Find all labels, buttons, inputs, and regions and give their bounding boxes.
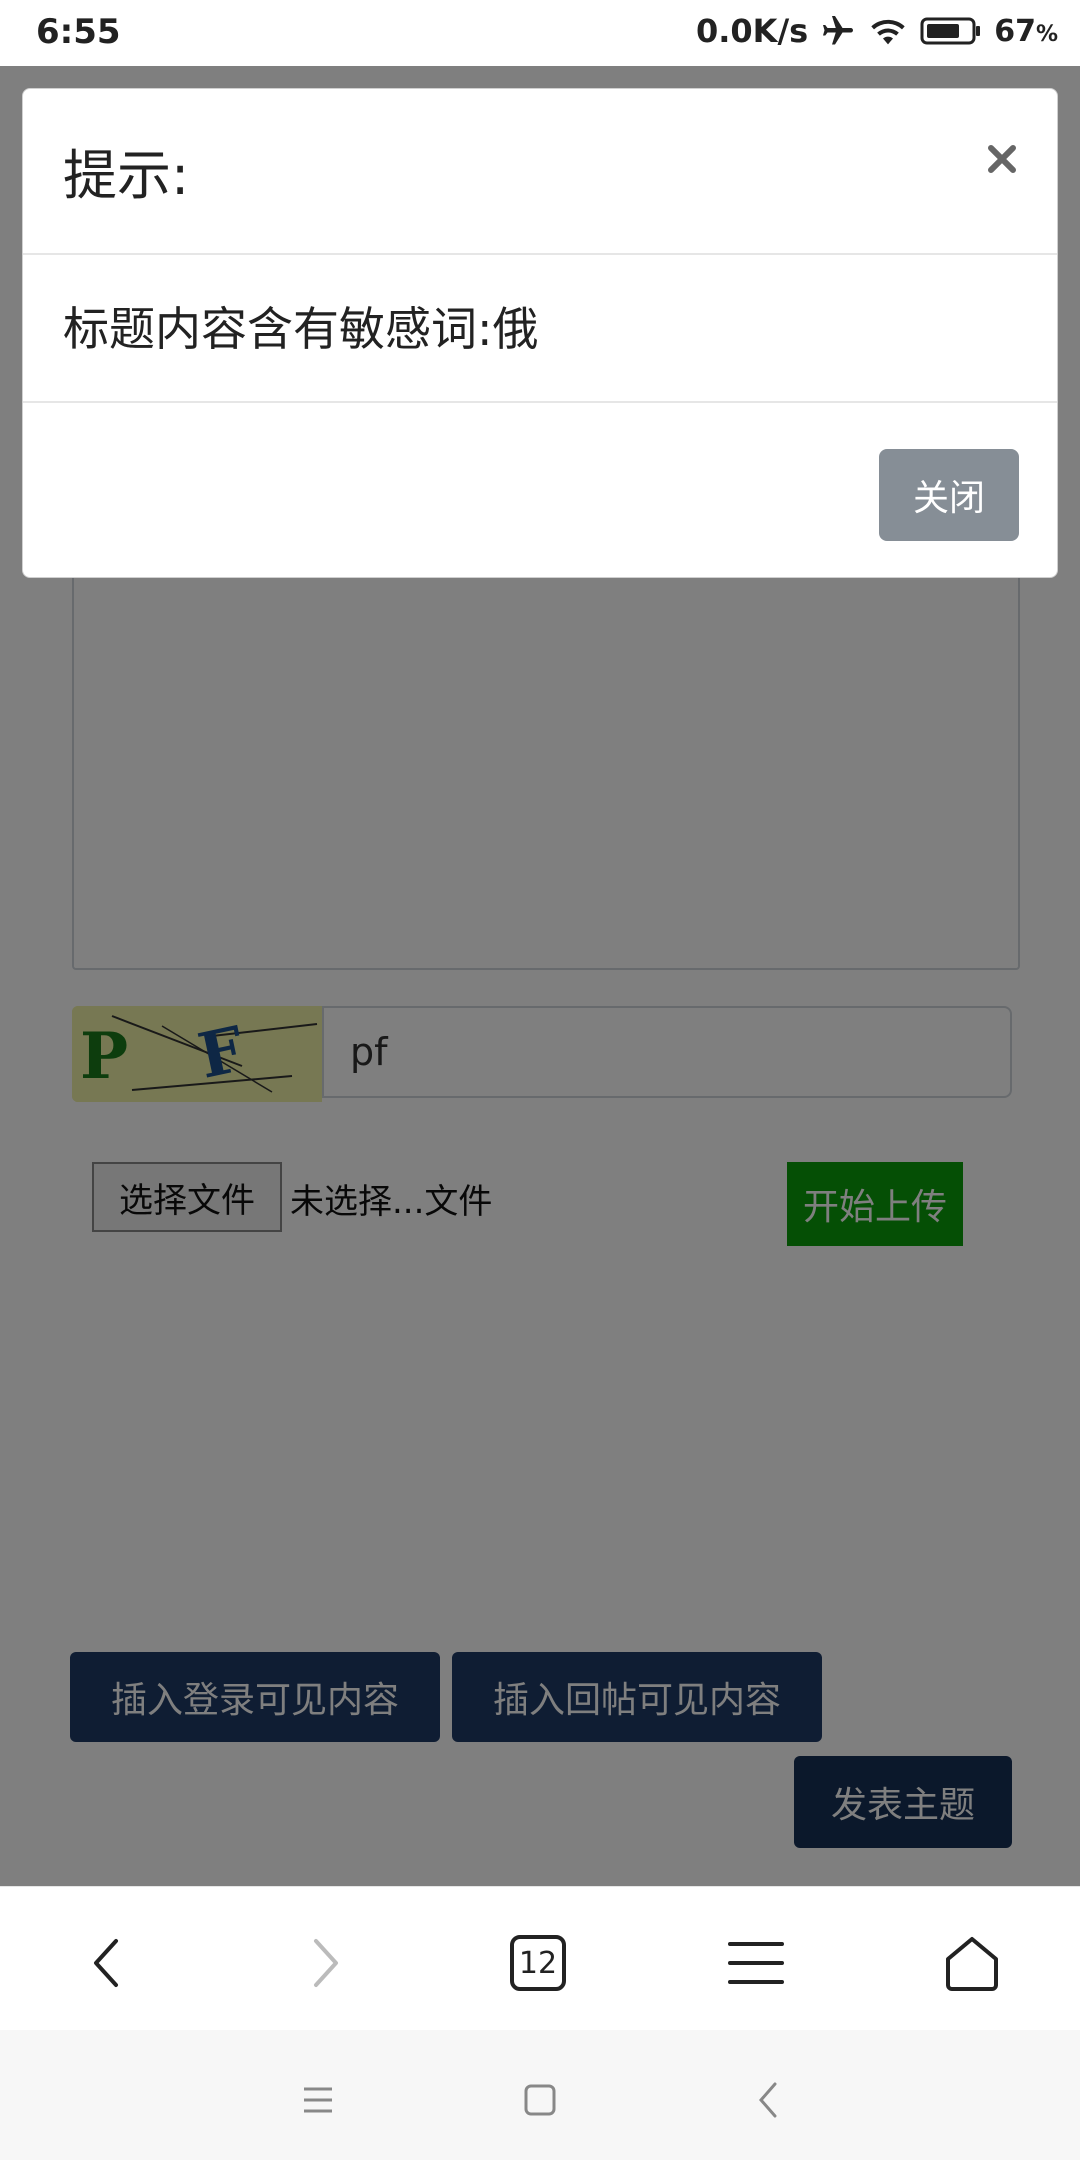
status-time: 6:55 (36, 12, 121, 52)
airplane-icon (820, 13, 856, 49)
status-right: 0.0K/s 67% (696, 12, 1058, 50)
system-back-icon[interactable] (738, 2070, 798, 2130)
wifi-icon (868, 14, 908, 48)
modal-message: 标题内容含有敏感词:俄 (63, 302, 539, 356)
modal-body: 标题内容含有敏感词:俄 (23, 253, 1057, 403)
browser-toolbar: 12 (0, 1886, 1080, 2031)
menu-icon[interactable] (716, 1923, 796, 2003)
battery-percent: 67% (994, 13, 1058, 49)
back-icon[interactable] (66, 1923, 146, 2003)
alert-modal: 提示: 标题内容含有敏感词:俄 关闭 (22, 88, 1058, 578)
recent-apps-icon[interactable] (288, 2070, 348, 2130)
home-square-icon[interactable] (510, 2070, 570, 2130)
network-speed: 0.0K/s (695, 12, 809, 50)
status-bar: 6:55 0.0K/s 67% (0, 0, 1080, 66)
modal-close-button[interactable]: 关闭 (879, 449, 1019, 541)
home-icon[interactable] (932, 1923, 1012, 2003)
tabs-icon[interactable]: 12 (498, 1923, 578, 2003)
modal-header: 提示: (23, 89, 1057, 255)
battery-icon (920, 16, 982, 46)
modal-title: 提示: (63, 144, 190, 207)
forward-icon[interactable] (286, 1923, 366, 2003)
system-nav-bar (0, 2030, 1080, 2160)
tab-count: 12 (518, 1945, 558, 1981)
close-icon[interactable] (977, 129, 1027, 189)
